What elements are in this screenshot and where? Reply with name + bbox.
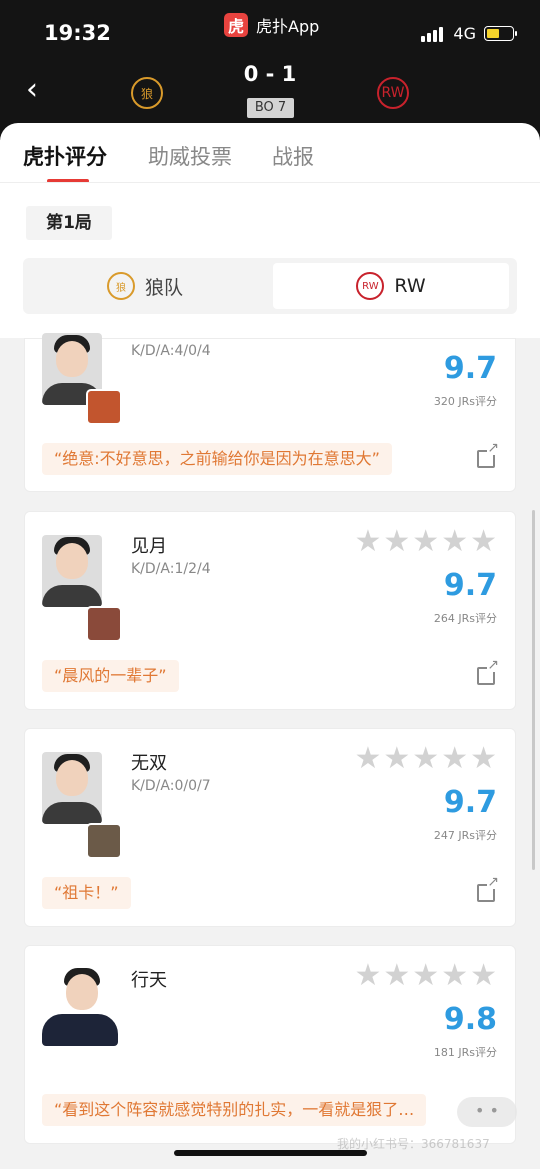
player-votes: 181 JRs评分 — [433, 1046, 497, 1059]
rating-stars[interactable]: ★ ★ ★ ★ ★ — [352, 527, 497, 557]
battery-icon — [484, 26, 517, 41]
star-icon[interactable]: ★ — [470, 961, 497, 991]
tab-cheer-vote[interactable]: 助威投票 — [148, 141, 232, 171]
star-icon[interactable]: ★ — [412, 961, 439, 991]
player-name: 行天 — [131, 970, 167, 991]
player-name: 见月 — [131, 536, 167, 557]
share-icon[interactable] — [477, 658, 500, 685]
share-icon[interactable] — [477, 875, 500, 902]
app-logo-icon: 虎 — [224, 13, 248, 37]
player-kda: K/D/A:1/2/4 — [131, 561, 211, 577]
rating-stars[interactable]: ★ ★ ★ ★ ★ — [352, 961, 497, 991]
wolves-logo-icon: 狼 — [106, 272, 135, 300]
team-option-label: 狼队 — [144, 276, 183, 299]
match-header: 19:32 虎 虎扑App 4G ‹ 狼 0 - 1 BO 7 RW — [0, 0, 540, 140]
team-rw-logo[interactable]: RW — [377, 77, 409, 109]
player-card[interactable]: 无双 K/D/A:0/0/7 ★ ★ ★ ★ ★ 9.7 247 JRs评分 “… — [24, 728, 516, 927]
player-score: 9.7 — [443, 351, 497, 386]
player-score: 9.7 — [443, 785, 497, 820]
star-icon[interactable]: ★ — [354, 744, 381, 774]
app-badge: 虎 虎扑App — [224, 12, 319, 38]
player-avatar — [42, 535, 102, 607]
player-votes: 264 JRs评分 — [433, 612, 497, 625]
team-option-label: RW — [394, 275, 426, 297]
network-type: 4G — [453, 24, 476, 43]
star-icon[interactable]: ★ — [441, 744, 468, 774]
tabs-panel: 虎扑评分 助威投票 战报 第1局 狼 狼队 RW RW — [0, 123, 540, 338]
player-card[interactable]: 行天 ★ ★ ★ ★ ★ 9.8 181 JRs评分 “看到这个阵容就感觉特别的… — [24, 945, 516, 1144]
star-icon[interactable]: ★ — [470, 527, 497, 557]
team-switch: 狼 狼队 RW RW — [23, 258, 517, 314]
app-name: 虎扑App — [256, 17, 320, 36]
player-kda: K/D/A:0/0/7 — [131, 778, 211, 794]
player-score: 9.7 — [443, 568, 497, 603]
player-card[interactable]: K/D/A:4/0/4 9.7 320 JRs评分 “绝意:不好意思，之前输给你… — [24, 333, 516, 492]
star-icon[interactable]: ★ — [354, 527, 381, 557]
tab-hupu-rating[interactable]: 虎扑评分 — [23, 141, 107, 171]
player-comment: “祖卡！” — [42, 877, 131, 909]
team-option-wolves[interactable]: 狼 狼队 — [27, 263, 263, 309]
scrollbar[interactable] — [532, 510, 535, 870]
status-time: 19:32 — [44, 21, 111, 45]
rating-stars[interactable]: ★ ★ ★ ★ ★ — [352, 744, 497, 774]
team-option-rw[interactable]: RW RW — [273, 263, 509, 309]
player-comment: “绝意:不好意思，之前输给你是因为在意思大” — [42, 443, 392, 475]
player-votes: 247 JRs评分 — [433, 829, 497, 842]
star-icon[interactable]: ★ — [441, 961, 468, 991]
player-avatar — [42, 966, 118, 1046]
star-icon[interactable]: ★ — [412, 527, 439, 557]
player-avatar — [42, 752, 102, 824]
player-votes: 320 JRs评分 — [433, 395, 497, 408]
player-score: 9.8 — [443, 1002, 497, 1037]
player-comment: “晨风的一辈子” — [42, 660, 179, 692]
tab-report[interactable]: 战报 — [272, 141, 314, 171]
status-indicators: 4G — [421, 24, 517, 43]
game-selector[interactable]: 第1局 — [26, 206, 112, 240]
player-kda: K/D/A:4/0/4 — [131, 343, 211, 359]
star-icon[interactable]: ★ — [383, 527, 410, 557]
player-card[interactable]: 见月 K/D/A:1/2/4 ★ ★ ★ ★ ★ 9.7 264 JRs评分 “… — [24, 511, 516, 710]
star-icon[interactable]: ★ — [470, 744, 497, 774]
player-comment: “看到这个阵容就感觉特别的扎实，一看就是狠了… — [42, 1094, 427, 1126]
star-icon[interactable]: ★ — [354, 961, 381, 991]
star-icon[interactable]: ★ — [383, 744, 410, 774]
match-score: 0 - 1 — [243, 62, 297, 86]
star-icon[interactable]: ★ — [441, 527, 468, 557]
star-icon[interactable]: ★ — [383, 961, 410, 991]
hero-icon — [86, 389, 122, 425]
match-format-badge: BO 7 — [247, 98, 294, 118]
signal-icon — [421, 26, 445, 42]
tab-divider — [0, 182, 540, 183]
rw-logo-icon: RW — [356, 272, 385, 300]
home-indicator[interactable] — [174, 1150, 367, 1156]
floating-more-button[interactable]: • • — [457, 1097, 517, 1127]
player-name: 无双 — [131, 753, 167, 774]
hero-icon — [86, 606, 122, 642]
share-icon[interactable] — [477, 441, 500, 468]
hero-icon — [86, 823, 122, 859]
star-icon[interactable]: ★ — [412, 744, 439, 774]
